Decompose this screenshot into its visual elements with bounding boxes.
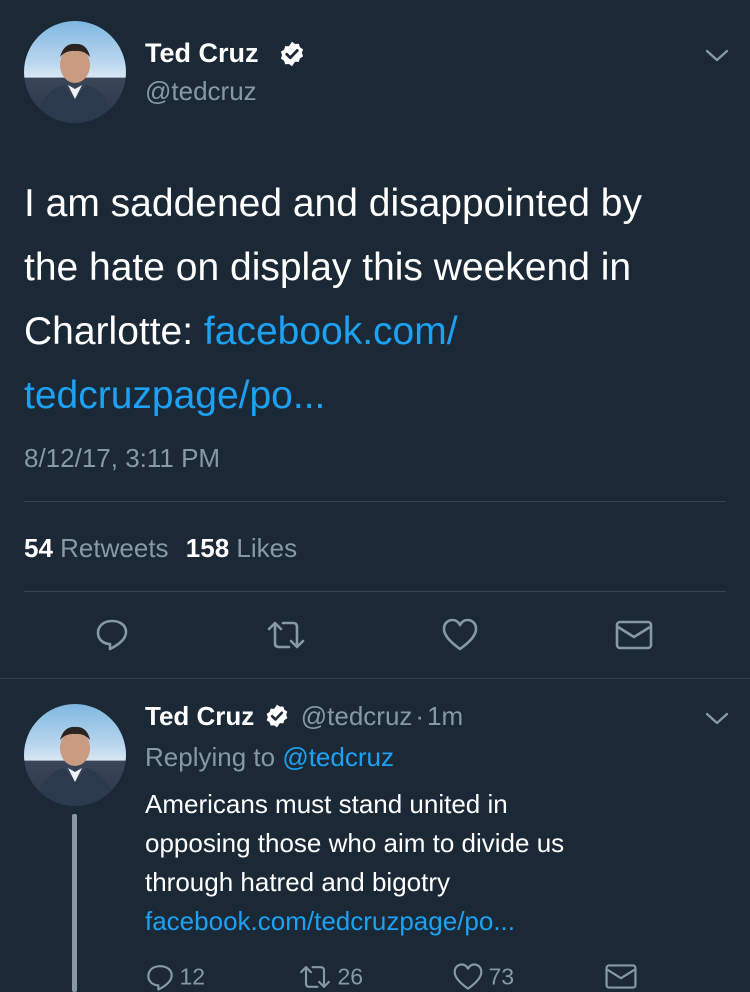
envelope-icon[interactable] xyxy=(604,962,638,991)
reply-count: 12 xyxy=(179,963,206,990)
divider xyxy=(24,591,726,592)
reply-text-line: through hatred and bigotry xyxy=(145,867,450,897)
author-handle[interactable]: @tedcruz xyxy=(145,76,257,106)
retweets-count: 54 xyxy=(24,533,53,563)
chevron-down-icon[interactable] xyxy=(703,47,731,65)
reply-time[interactable]: 1m xyxy=(427,701,463,731)
reply-text: Americans must stand united in opposing … xyxy=(145,785,564,941)
replying-to-handle[interactable]: @tedcruz xyxy=(282,742,394,772)
tweet-link[interactable]: facebook.com/ xyxy=(204,310,458,353)
avatar[interactable] xyxy=(24,21,126,123)
divider xyxy=(24,501,726,502)
retweet-count: 26 xyxy=(337,963,364,990)
time-separator: · xyxy=(415,701,425,731)
reply-icon xyxy=(145,962,175,992)
reply-action-like[interactable]: 73 xyxy=(452,962,514,992)
tweet-text-line: Charlotte: facebook.com/ xyxy=(24,300,642,364)
like-count: 73 xyxy=(488,963,515,990)
likes-count: 158 xyxy=(185,533,230,563)
replying-to: Replying to @tedcruz xyxy=(145,741,394,773)
engagement-stats: 54 Retweets 158 Likes xyxy=(24,532,297,564)
chevron-down-icon[interactable] xyxy=(703,710,731,728)
tweet-link-continued[interactable]: tedcruzpage/po... xyxy=(24,364,642,428)
reply-author-name[interactable]: Ted Cruz xyxy=(145,701,254,731)
verified-badge-icon xyxy=(264,703,290,729)
heart-icon[interactable] xyxy=(441,617,479,653)
reply-header: Ted Cruz @tedcruz · 1m xyxy=(145,700,463,732)
tweet-text-plain: Charlotte: xyxy=(24,310,204,353)
retweet-icon[interactable] xyxy=(264,617,308,653)
tweet-timestamp[interactable]: 8/12/17, 3:11 PM xyxy=(24,443,220,473)
reply-action-reply[interactable]: 12 xyxy=(145,962,205,992)
tweet-text-line: I am saddened and disappointed by xyxy=(24,182,642,225)
author-name[interactable]: Ted Cruz xyxy=(145,37,259,69)
section-divider xyxy=(0,678,750,679)
verified-badge-icon xyxy=(278,40,306,68)
thread-line xyxy=(72,814,77,992)
reply-text-line: opposing those who aim to divide us xyxy=(145,828,565,858)
replying-to-label: Replying to xyxy=(145,742,276,772)
heart-icon xyxy=(452,962,484,992)
reply-text-line: Americans must stand united in xyxy=(145,789,508,819)
retweet-icon xyxy=(297,962,333,992)
reply-action-retweet[interactable]: 26 xyxy=(297,962,363,992)
likes-label: Likes xyxy=(236,533,298,563)
reply-avatar[interactable] xyxy=(24,704,126,806)
envelope-icon[interactable] xyxy=(614,618,654,652)
retweets-label: Retweets xyxy=(60,533,169,563)
reply-link[interactable]: facebook.com/tedcruzpage/po... xyxy=(145,902,564,941)
tweet-text-line: the hate on display this weekend in xyxy=(24,246,632,289)
retweets-stat[interactable]: 54 Retweets xyxy=(24,533,176,563)
reply-icon[interactable] xyxy=(94,616,130,652)
tweet-text: I am saddened and disappointed by the ha… xyxy=(24,172,642,428)
reply-author-handle[interactable]: @tedcruz xyxy=(301,701,413,731)
likes-stat[interactable]: 158 Likes xyxy=(186,533,297,563)
